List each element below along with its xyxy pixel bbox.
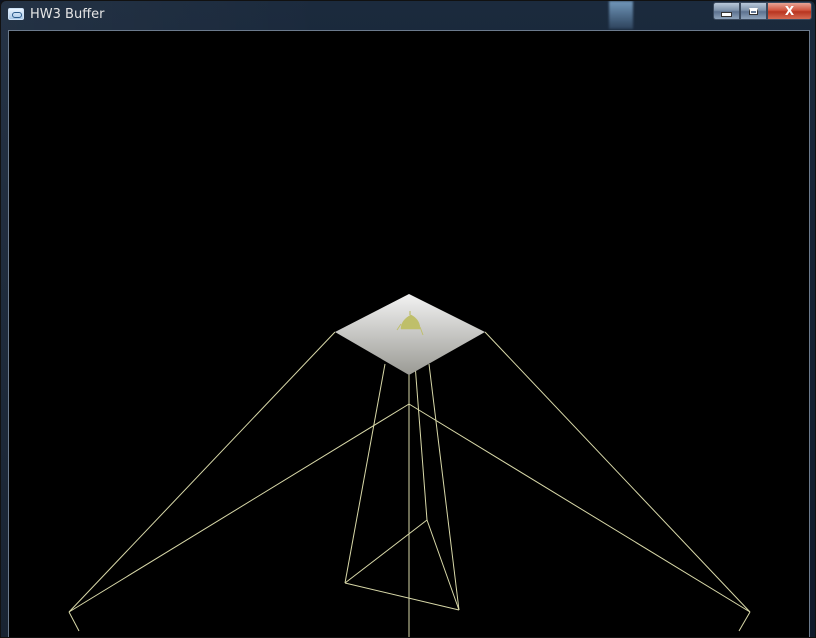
scene-canvas[interactable] xyxy=(9,31,809,638)
close-button[interactable]: X xyxy=(767,2,812,20)
caption-buttons: X xyxy=(713,2,812,21)
title-bar[interactable]: HW3 Buffer X xyxy=(1,1,815,29)
window-title: HW3 Buffer xyxy=(30,7,105,22)
minimize-button[interactable] xyxy=(713,2,740,20)
opengl-window-icon[interactable] xyxy=(8,8,24,20)
close-icon: X xyxy=(784,4,795,18)
maximize-icon xyxy=(749,7,758,15)
minimize-icon xyxy=(721,11,732,17)
maximize-button[interactable] xyxy=(740,2,767,20)
title-bar-highlight xyxy=(609,1,633,29)
app-window: HW3 Buffer X xyxy=(0,0,816,638)
opengl-viewport[interactable] xyxy=(8,30,810,638)
